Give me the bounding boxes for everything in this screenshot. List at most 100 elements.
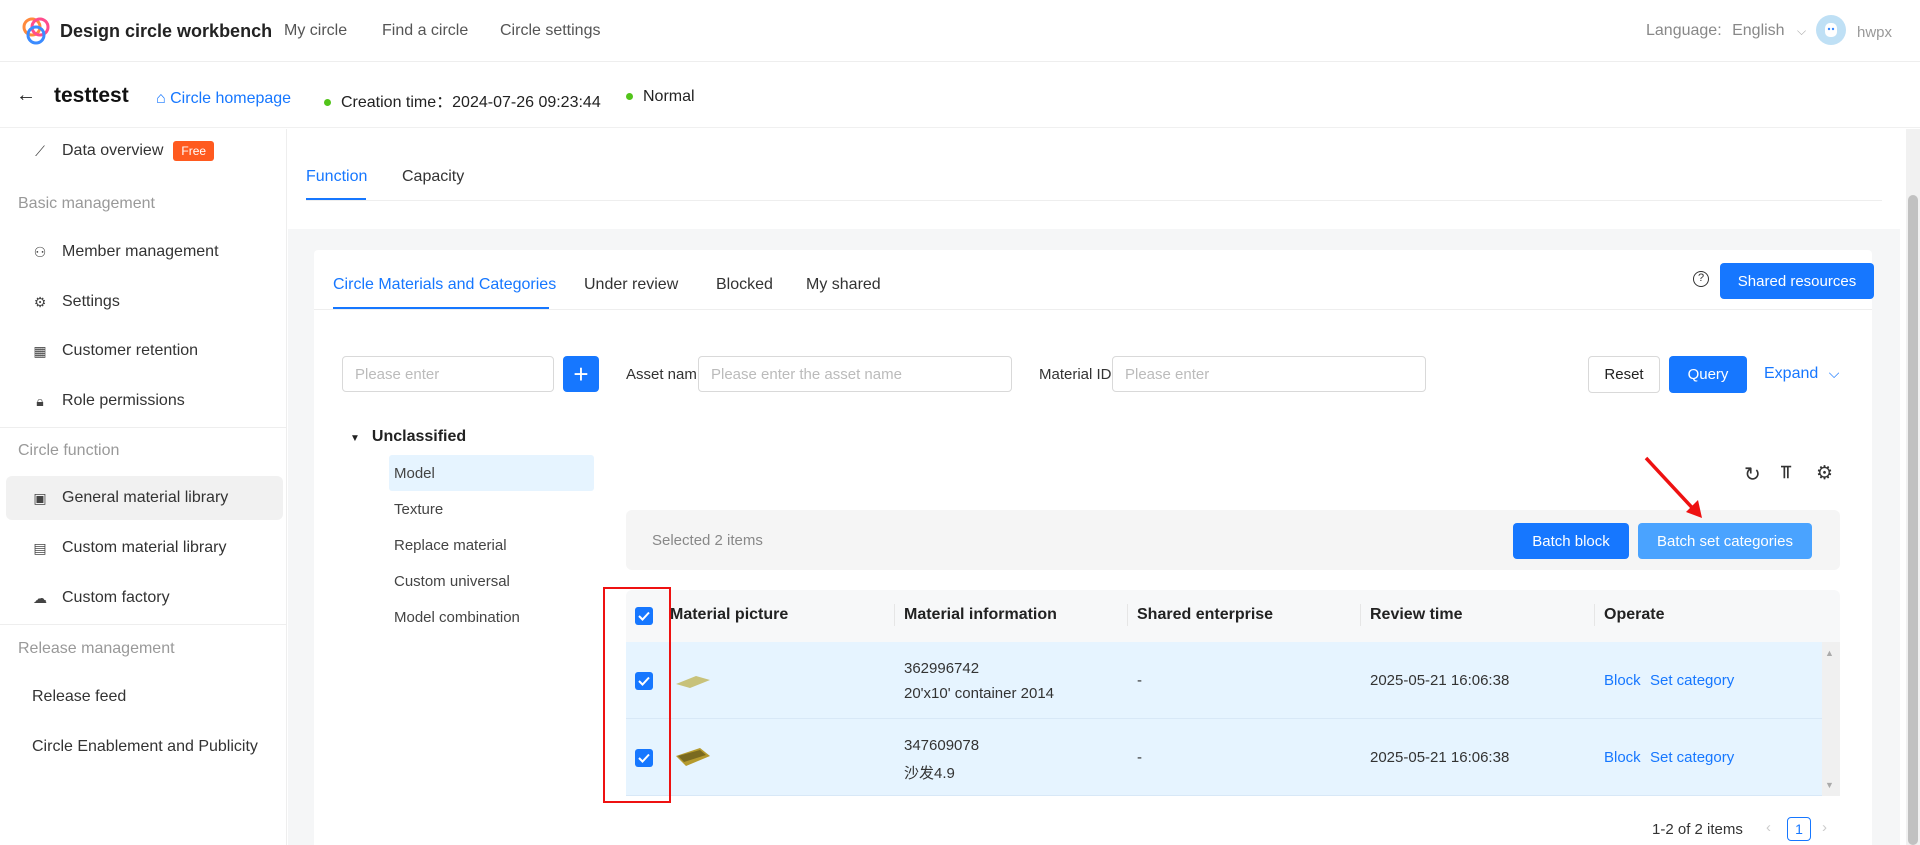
gear-icon[interactable]: ⚙ bbox=[1816, 462, 1833, 485]
library-icon: ▣ bbox=[33, 489, 47, 506]
app-logo-icon bbox=[22, 17, 50, 45]
scroll-up-icon[interactable]: ▲ bbox=[1825, 648, 1834, 658]
scroll-down-icon[interactable]: ▼ bbox=[1825, 780, 1834, 790]
tab-capacity[interactable]: Capacity bbox=[402, 168, 464, 186]
batch-block-button[interactable]: Batch block bbox=[1513, 523, 1629, 559]
tree-item-model-combination[interactable]: Model combination bbox=[389, 599, 520, 635]
tab-function[interactable]: Function bbox=[306, 168, 367, 186]
block-link[interactable]: Block bbox=[1604, 749, 1641, 766]
prev-page-icon[interactable]: ‹ bbox=[1766, 819, 1771, 836]
selected-count: Selected 2 items bbox=[652, 532, 763, 549]
nav-circle-settings[interactable]: Circle settings bbox=[500, 22, 600, 40]
home-icon: ⌂ bbox=[156, 90, 166, 107]
material-thumbnail[interactable] bbox=[674, 670, 714, 692]
help-icon[interactable]: ? bbox=[1693, 271, 1709, 287]
status-badge: Normal bbox=[626, 88, 695, 106]
review-time: 2025-05-21 16:06:38 bbox=[1370, 672, 1510, 689]
batch-set-categories-button[interactable]: Batch set categories bbox=[1638, 523, 1812, 559]
asset-name-label: Asset nam bbox=[626, 366, 697, 383]
sidebar-item-custom-material-library[interactable]: ▤ Custom material library bbox=[6, 526, 283, 570]
tree-root-unclassified[interactable]: ▼ Unclassified bbox=[350, 428, 466, 446]
page-number-button[interactable]: 1 bbox=[1787, 817, 1811, 841]
material-id-input[interactable]: Please enter bbox=[1112, 356, 1426, 392]
category-search-input[interactable]: Please enter bbox=[342, 356, 554, 392]
book-icon: ▤ bbox=[33, 539, 47, 556]
tab-circle-materials[interactable]: Circle Materials and Categories bbox=[333, 276, 556, 294]
sidebar: ⟋ Data overview Free Basic management ⚇ … bbox=[0, 129, 287, 845]
shared-enterprise: - bbox=[1137, 672, 1142, 689]
sidebar-item-circle-enablement[interactable]: Circle Enablement and Publicity bbox=[6, 725, 283, 769]
set-category-link[interactable]: Set category bbox=[1650, 672, 1734, 689]
subtab-divider bbox=[314, 309, 1872, 310]
sidebar-item-label: Custom factory bbox=[62, 589, 170, 606]
status-dot bbox=[626, 93, 633, 101]
sidebar-item-custom-factory[interactable]: ☁ Custom factory bbox=[6, 576, 283, 620]
block-link[interactable]: Block bbox=[1604, 672, 1641, 689]
expand-toggle[interactable]: Expand ⌵ bbox=[1764, 365, 1839, 383]
pagination-summary: 1-2 of 2 items bbox=[1652, 821, 1743, 838]
sidebar-item-settings[interactable]: ⚙ Settings bbox=[6, 280, 283, 324]
plus-icon: + bbox=[573, 358, 589, 389]
next-page-icon[interactable]: › bbox=[1822, 819, 1827, 836]
sidebar-item-member-management[interactable]: ⚇ Member management bbox=[6, 230, 283, 274]
sidebar-item-role-permissions[interactable]: 🔒︎ Role permissions bbox=[6, 379, 283, 423]
circle-homepage-link[interactable]: ⌂ Circle homepage bbox=[156, 90, 291, 108]
group-release-management: Release management bbox=[18, 640, 175, 657]
query-button[interactable]: Query bbox=[1669, 356, 1747, 393]
group-circle-function: Circle function bbox=[18, 442, 120, 459]
expand-label: Expand bbox=[1764, 365, 1819, 382]
material-name: 20'x10' container 2014 bbox=[904, 685, 1055, 702]
chevron-down-icon: ⌵ bbox=[1797, 24, 1807, 38]
language-selector[interactable]: Language: English ⌵ bbox=[1646, 22, 1806, 40]
nav-my-circle[interactable]: My circle bbox=[284, 22, 347, 40]
language-value: English bbox=[1732, 22, 1785, 39]
set-category-link[interactable]: Set category bbox=[1650, 749, 1734, 766]
annotation-highlight-box bbox=[603, 587, 671, 803]
tab-blocked[interactable]: Blocked bbox=[716, 276, 773, 294]
table-row bbox=[626, 719, 1822, 796]
tab-divider bbox=[306, 200, 1882, 201]
col-shared-enterprise: Shared enterprise bbox=[1137, 606, 1274, 623]
sidebar-item-label: Member management bbox=[62, 243, 219, 260]
table-scrollbar[interactable] bbox=[1822, 642, 1840, 796]
avatar[interactable] bbox=[1816, 15, 1846, 45]
app-title: Design circle workbench bbox=[60, 21, 273, 41]
add-category-button[interactable]: + bbox=[563, 356, 599, 392]
reset-button[interactable]: Reset bbox=[1588, 356, 1660, 393]
status-dot bbox=[324, 99, 331, 107]
sidebar-item-label: Customer retention bbox=[62, 342, 199, 359]
table-header: Material picture Material information Sh… bbox=[626, 590, 1840, 642]
circle-homepage-label: Circle homepage bbox=[170, 90, 292, 107]
tab-my-shared[interactable]: My shared bbox=[806, 276, 881, 294]
material-name: 沙发4.9 bbox=[904, 765, 955, 782]
lock-icon: 🔒︎ bbox=[36, 392, 44, 409]
tab-under-review[interactable]: Under review bbox=[584, 276, 678, 294]
sidebar-item-label: Release feed bbox=[32, 688, 127, 705]
tree-item-replace-material[interactable]: Replace material bbox=[389, 527, 507, 563]
back-arrow-icon[interactable]: ← bbox=[16, 84, 36, 107]
shared-resources-button[interactable]: Shared resources bbox=[1720, 263, 1874, 299]
tree-item-custom-universal[interactable]: Custom universal bbox=[389, 563, 510, 599]
refresh-icon[interactable]: ↻ bbox=[1744, 462, 1761, 487]
material-thumbnail[interactable] bbox=[674, 744, 714, 770]
top-nav: Design circle workbench My circle Find a… bbox=[0, 0, 1920, 62]
sidebar-item-customer-retention[interactable]: ▦ Customer retention bbox=[6, 329, 283, 373]
tree-item-model[interactable]: Model bbox=[389, 455, 594, 491]
free-badge: Free bbox=[173, 141, 215, 161]
sidebar-item-label: Circle Enablement and Publicity bbox=[32, 738, 258, 755]
material-id: 347609078 bbox=[904, 737, 980, 754]
column-separator bbox=[1127, 604, 1128, 626]
tree-item-texture[interactable]: Texture bbox=[389, 491, 443, 527]
asset-name-input[interactable]: Please enter the asset name bbox=[698, 356, 1012, 392]
username[interactable]: hwpx bbox=[1857, 24, 1892, 41]
column-height-icon[interactable]: ⫪ bbox=[1781, 462, 1791, 483]
sidebar-item-release-feed[interactable]: Release feed bbox=[6, 675, 283, 719]
caret-down-icon: ▼ bbox=[350, 433, 360, 444]
sidebar-item-data-overview[interactable]: ⟋ Data overview Free bbox=[6, 129, 283, 173]
column-separator bbox=[894, 604, 895, 626]
nav-find-circle[interactable]: Find a circle bbox=[382, 22, 468, 40]
page-scrollbar-thumb[interactable] bbox=[1908, 195, 1918, 845]
col-material-picture: Material picture bbox=[670, 606, 789, 623]
col-review-time: Review time bbox=[1370, 606, 1463, 623]
sidebar-item-general-material-library[interactable]: ▣ General material library bbox=[6, 476, 283, 520]
